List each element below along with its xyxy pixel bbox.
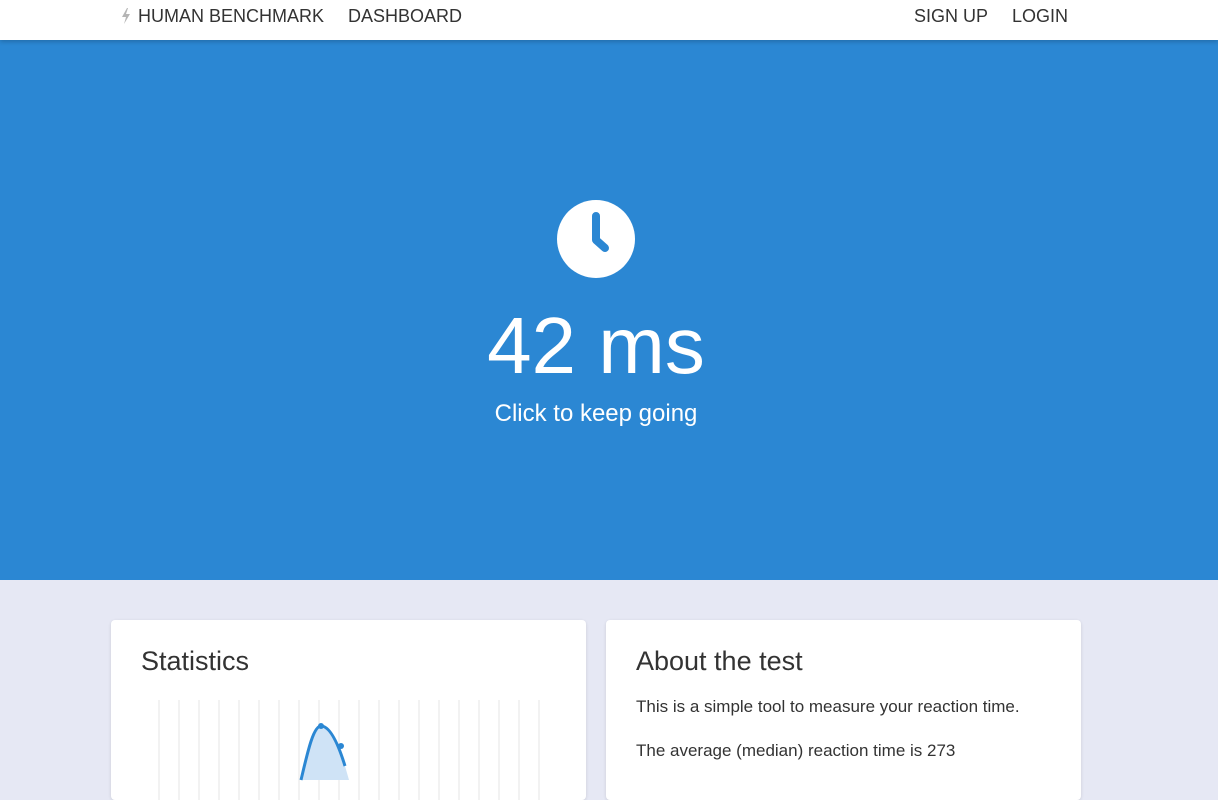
distribution-point — [338, 743, 344, 749]
about-title: About the test — [636, 646, 803, 676]
nav-right-group: SIGN UP LOGIN — [890, 0, 1068, 32]
signup-link[interactable]: SIGN UP — [914, 6, 988, 27]
bolt-icon — [122, 8, 130, 24]
statistics-card: Statistics — [111, 620, 586, 800]
about-card: About the test This is a simple tool to … — [606, 620, 1081, 800]
reaction-test-area[interactable]: 42 ms Click to keep going — [0, 40, 1218, 580]
signup-label: SIGN UP — [913, 5, 988, 26]
continue-hint: Click to keep going — [494, 400, 698, 427]
about-paragraph: The average (median) reaction time is 27… — [636, 741, 956, 760]
top-navbar: HUMAN BENCHMARK DASHBOARD SIGN UP LOGIN — [0, 0, 1218, 40]
reaction-distribution-chart — [158, 700, 540, 800]
brand-label: HUMAN BENCHMARK — [138, 5, 325, 26]
about-paragraph: This is a simple tool to measure your re… — [636, 697, 1020, 716]
login-link[interactable]: LOGIN — [1012, 6, 1068, 27]
chart-gridlines — [158, 700, 540, 800]
dashboard-label: DASHBOARD — [348, 5, 463, 26]
clock-icon — [557, 200, 635, 278]
nav-left-group: HUMAN BENCHMARK DASHBOARD — [120, 0, 462, 32]
reaction-time-result: 42 ms — [487, 301, 705, 390]
dashboard-link[interactable]: DASHBOARD — [348, 6, 462, 27]
login-label: LOGIN — [1011, 5, 1068, 26]
brand-link[interactable]: HUMAN BENCHMARK — [120, 6, 324, 27]
distribution-point — [318, 723, 324, 729]
statistics-title: Statistics — [141, 646, 250, 676]
